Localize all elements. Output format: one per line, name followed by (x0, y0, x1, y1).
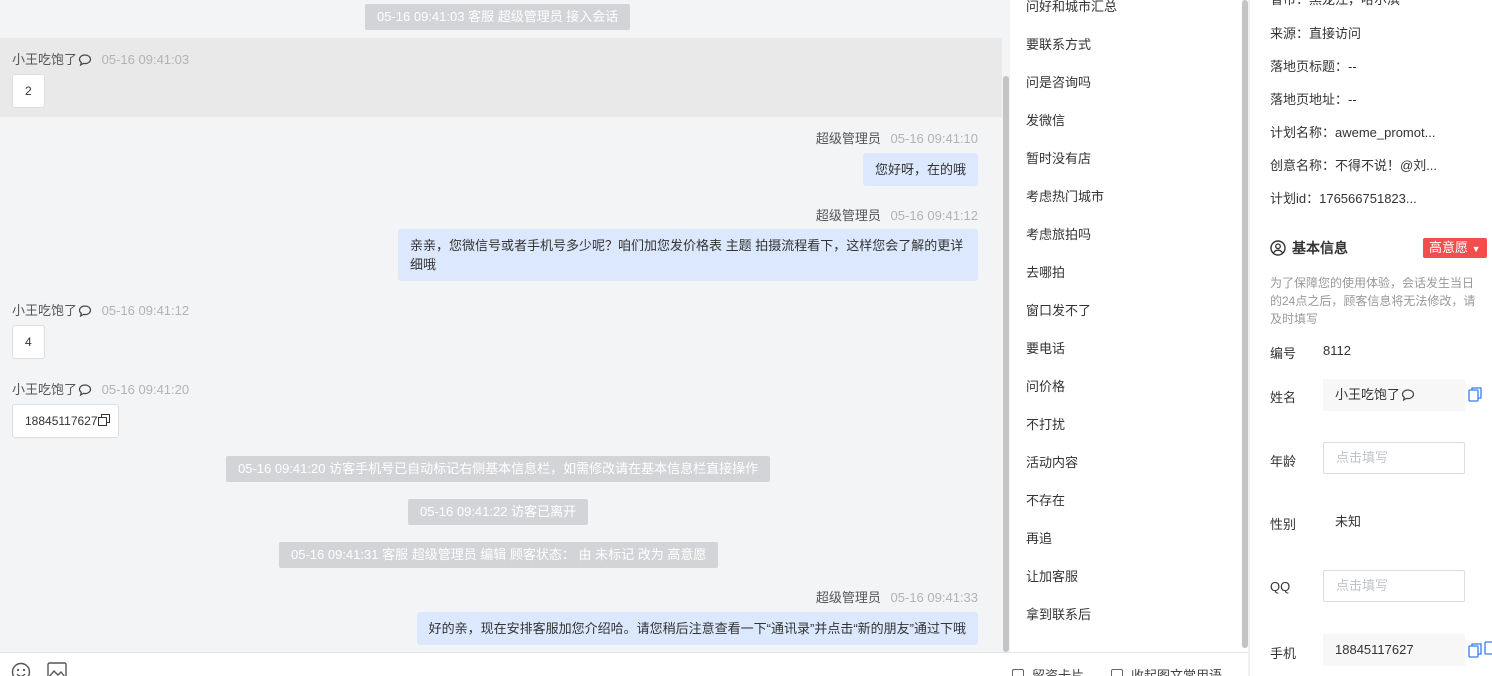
message-meta: 超级管理员 05-16 09:41:12 (816, 205, 978, 224)
id-label: 编号 (1270, 346, 1297, 361)
caret-down-icon: ▼ (1471, 244, 1481, 254)
outgoing-bubble: 您好呀，在的哦 (862, 153, 978, 186)
quick-reply-item[interactable]: 不存在 (1026, 490, 1065, 509)
outgoing-bubble: 亲亲，您微信号或者手机号多少呢？咱们加您发价格表 主题 拍摄流程看下，这样您会了… (398, 229, 978, 281)
customer-info-panel: 省市：黑龙江，哈尔滨 来源：直接访问 落地页标题：-- 落地页地址：-- 计划名… (1250, 0, 1492, 676)
qq-label: QQ (1270, 579, 1291, 594)
collapse-icon (1111, 669, 1123, 676)
image-icon[interactable] (47, 662, 67, 676)
info-creative-name: 创意名称：不得不说！@刘... (1270, 158, 1438, 173)
quick-reply-item[interactable]: 窗口发不了 (1026, 300, 1091, 319)
quick-reply-item[interactable]: 再追 (1026, 528, 1052, 547)
message-time: 05-16 09:41:33 (890, 590, 978, 605)
copy-icon[interactable] (1468, 643, 1482, 658)
copy-icon[interactable] (97, 414, 110, 426)
system-message: 05-16 09:41:31 客服 超级管理员 编辑 顾客状态： 由 未标记 改… (279, 542, 719, 568)
info-source: 来源：直接访问 (1270, 26, 1362, 41)
name-label: 姓名 (1270, 390, 1297, 405)
quick-reply-item[interactable]: 去哪拍 (1026, 262, 1065, 281)
input-toolbar: 留资卡片 收起图文常用语 (0, 652, 1248, 676)
quick-reply-item[interactable]: 要电话 (1026, 338, 1065, 357)
message-meta: 小王吃饱了 05-16 09:41:12 (12, 300, 189, 319)
incoming-bubble: 2 (12, 74, 45, 108)
edit-notice: 为了保障您的使用体验，会话发生当日的24点之后，顾客信息将无法修改，请及时填写 (1270, 276, 1476, 326)
message-time: 05-16 09:41:03 (101, 52, 190, 67)
quick-reply-item[interactable]: 问是咨询吗 (1026, 72, 1091, 91)
quick-reply-item[interactable]: 要联系方式 (1026, 34, 1091, 53)
edit-icon[interactable] (1484, 641, 1492, 655)
name-field[interactable]: 小王吃饱了 (1323, 379, 1465, 411)
gender-label: 性别 (1270, 517, 1297, 532)
sender-name: 超级管理员 (815, 131, 881, 146)
sender-name: 小王吃饱了 (12, 303, 78, 318)
system-message: 05-16 09:41:20 访客手机号已自动标记右侧基本信息栏，如需修改请在基… (226, 456, 771, 482)
qq-input[interactable]: 点击填写 (1323, 570, 1465, 602)
quick-reply-item[interactable]: 考虑旅拍吗 (1026, 224, 1091, 243)
info-plan-name: 计划名称：aweme_promot... (1270, 125, 1436, 140)
chat-bubble-icon (78, 54, 92, 66)
quick-reply-item[interactable]: 考虑热门城市 (1026, 186, 1104, 205)
sender-name: 超级管理员 (815, 208, 881, 223)
smile-icon[interactable] (11, 662, 31, 676)
chat-bubble-icon (78, 384, 92, 396)
info-landing-title: 落地页标题：-- (1270, 59, 1357, 74)
intent-badge[interactable]: 高意愿 ▼ (1423, 238, 1487, 258)
quick-reply-item[interactable]: 让加客服 (1026, 566, 1078, 585)
sender-name: 超级管理员 (815, 590, 881, 605)
quick-reply-item[interactable]: 发微信 (1026, 110, 1065, 129)
age-input[interactable]: 点击填写 (1323, 442, 1465, 474)
quick-reply-panel: 问好和城市汇总 要联系方式 问是咨询吗 发微信 暂时没有店 考虑热门城市 考虑旅… (1010, 0, 1242, 652)
quick-reply-item[interactable]: 不打扰 (1026, 414, 1065, 433)
phone-field[interactable]: 18845117627 (1323, 634, 1465, 666)
chat-panel[interactable]: 05-16 09:41:03 客服 超级管理员 接入会话 小王吃饱了 05-16… (0, 0, 1002, 652)
quick-reply-item[interactable]: 拿到联系后 (1026, 604, 1091, 623)
quick-reply-item[interactable]: 暂时没有店 (1026, 148, 1091, 167)
message-meta: 小王吃饱了 05-16 09:41:03 (12, 49, 189, 68)
copy-icon[interactable] (1468, 387, 1482, 402)
system-message: 05-16 09:41:22 访客已离开 (408, 499, 589, 525)
sender-name: 小王吃饱了 (12, 382, 78, 397)
sender-name: 小王吃饱了 (12, 52, 78, 67)
message-time: 05-16 09:41:12 (101, 303, 190, 318)
incoming-bubble: 18845117627 (12, 404, 119, 438)
gender-select[interactable]: 未知 (1323, 506, 1465, 538)
id-value: 8112 (1323, 343, 1351, 358)
leave-card-button[interactable]: 留资卡片 (1012, 665, 1084, 676)
message-meta: 小王吃饱了 05-16 09:41:20 (12, 379, 189, 398)
user-circle-icon (1270, 240, 1286, 256)
message-meta: 超级管理员 05-16 09:41:33 (816, 587, 978, 606)
system-message: 05-16 09:41:03 客服 超级管理员 接入会话 (365, 4, 631, 30)
info-region: 省市：黑龙江，哈尔滨 (1270, 0, 1400, 8)
phone-label: 手机 (1270, 646, 1297, 661)
message-time: 05-16 09:41:20 (101, 382, 190, 397)
message-time: 05-16 09:41:12 (890, 208, 978, 223)
chat-bubble-icon (78, 305, 92, 317)
card-icon (1012, 669, 1024, 676)
info-landing-url: 落地页地址：-- (1270, 92, 1357, 107)
phone-number-text: 18845117627 (25, 414, 98, 428)
chat-bubble-icon (1401, 389, 1415, 401)
message-time: 05-16 09:41:10 (890, 131, 978, 146)
quick-reply-item[interactable]: 问好和城市汇总 (1026, 0, 1117, 15)
collapse-phrases-button[interactable]: 收起图文常用语 (1111, 665, 1222, 676)
age-label: 年龄 (1270, 454, 1297, 469)
quick-reply-item[interactable]: 问价格 (1026, 376, 1065, 395)
quick-reply-item[interactable]: 活动内容 (1026, 452, 1078, 471)
outgoing-bubble: 好的亲，现在安排客服加您介绍哈。请您稍后注意查看一下“通讯录”并点击“新的朋友”… (416, 612, 978, 645)
message-meta: 超级管理员 05-16 09:41:10 (816, 128, 978, 147)
chat-scrollbar[interactable] (1003, 76, 1009, 652)
section-basic-info: 基本信息 (1270, 238, 1348, 258)
info-plan-id: 计划id：176566751823... (1270, 191, 1417, 206)
incoming-bubble: 4 (12, 325, 45, 359)
